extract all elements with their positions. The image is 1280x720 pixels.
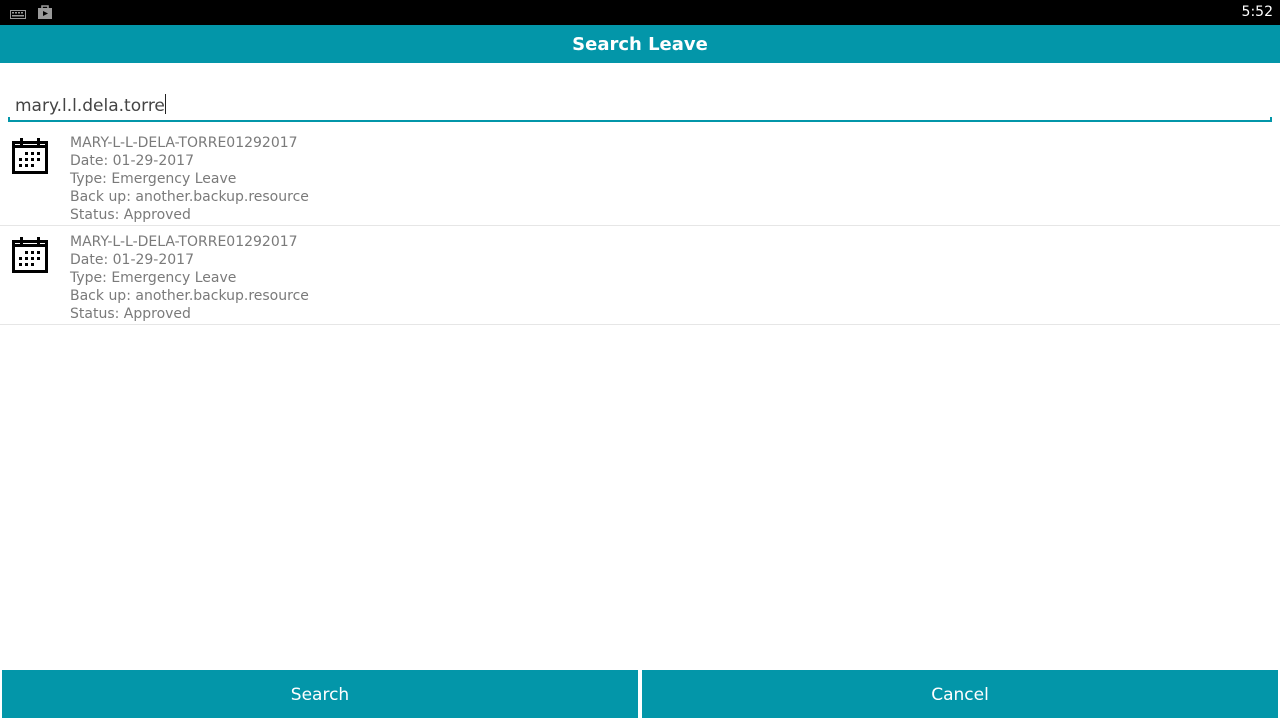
leave-id: MARY-L-L-DELA-TORRE01292017: [70, 135, 298, 151]
search-input[interactable]: mary.l.l.dela.torre: [15, 92, 166, 120]
leave-id: MARY-L-L-DELA-TORRE01292017: [70, 234, 298, 250]
leave-status: Status: Approved: [70, 207, 191, 223]
status-time: 5:52: [1241, 4, 1273, 20]
calendar-icon: [12, 236, 48, 274]
leave-status: Status: Approved: [70, 306, 191, 322]
text-cursor: [164, 94, 166, 114]
results-list: MARY-L-L-DELA-TORRE01292017 Date: 01-29-…: [0, 127, 1280, 325]
leave-backup: Back up: another.backup.resource: [70, 288, 309, 304]
underline-tick-left: [8, 117, 10, 122]
page-title: Search Leave: [572, 34, 708, 55]
calendar-icon: [12, 137, 48, 175]
cancel-button[interactable]: Cancel: [642, 670, 1278, 718]
search-underline: [8, 120, 1272, 122]
search-field[interactable]: mary.l.l.dela.torre: [8, 86, 1272, 122]
search-input-value: mary.l.l.dela.torre: [15, 96, 165, 116]
list-item-details: MARY-L-L-DELA-TORRE01292017 Date: 01-29-…: [70, 134, 309, 224]
leave-type: Type: Emergency Leave: [70, 270, 237, 286]
leave-backup: Back up: another.backup.resource: [70, 189, 309, 205]
search-button[interactable]: Search: [2, 670, 638, 718]
list-item[interactable]: MARY-L-L-DELA-TORRE01292017 Date: 01-29-…: [0, 226, 1280, 325]
leave-date: Date: 01-29-2017: [70, 153, 194, 169]
app-bar: Search Leave: [0, 25, 1280, 63]
leave-type: Type: Emergency Leave: [70, 171, 237, 187]
status-bar: 5:52: [0, 0, 1280, 25]
underline-tick-right: [1270, 117, 1272, 122]
list-item[interactable]: MARY-L-L-DELA-TORRE01292017 Date: 01-29-…: [0, 127, 1280, 226]
leave-date: Date: 01-29-2017: [70, 252, 194, 268]
bottom-button-bar: Search Cancel: [0, 668, 1280, 720]
keyboard-icon: [10, 6, 26, 25]
list-item-details: MARY-L-L-DELA-TORRE01292017 Date: 01-29-…: [70, 233, 309, 323]
shopping-bag-icon: [37, 4, 53, 24]
